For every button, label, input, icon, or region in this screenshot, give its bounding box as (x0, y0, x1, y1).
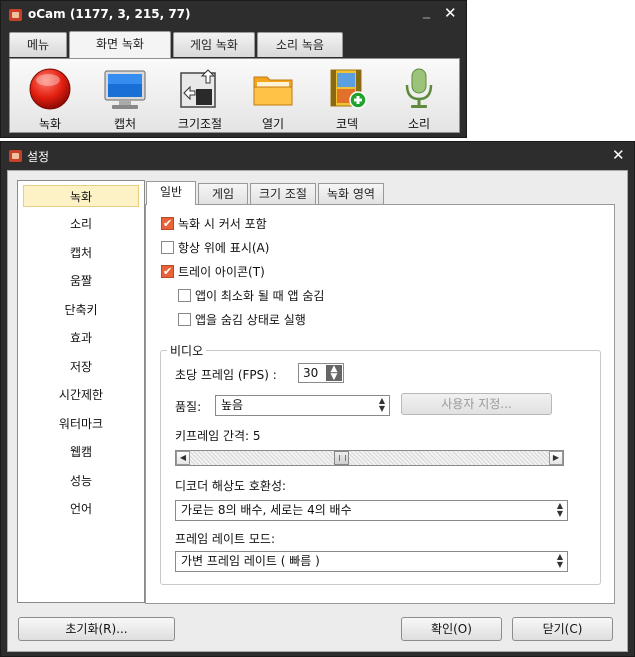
resize-label: 크기조절 (177, 117, 223, 131)
ocam-toolbar: 녹화 캡처 크기조절 열기 코덱 소리 (9, 58, 460, 133)
tab-resize[interactable]: 크기 조절 (250, 183, 316, 205)
slider-track[interactable] (190, 451, 549, 465)
hide-on-minimize-label: 앱이 최소화 될 때 앱 숨김 (195, 289, 325, 303)
framerate-mode-select[interactable]: 가변 프레임 레이트 ( 빠름 ) ▲ ▼ (175, 551, 568, 572)
quality-select[interactable]: 높음 ▲ ▼ (215, 395, 390, 416)
nav-item-time-limit[interactable]: 시간제한 (23, 384, 139, 406)
nav-item-performance[interactable]: 성능 (23, 470, 139, 492)
capture-label: 캡처 (113, 117, 137, 131)
quality-select-chevron-icon: ▲ ▼ (378, 396, 385, 413)
start-hidden-checkbox-box[interactable] (178, 313, 191, 326)
monitor-icon (104, 70, 146, 109)
ocam-title: oCam (1177, 3, 215, 77) (28, 7, 191, 21)
fps-label: 초당 프레임 (FPS) : (175, 368, 277, 382)
always-on-top-checkbox[interactable]: 항상 위에 표시(A) (161, 239, 269, 257)
tab-game[interactable]: 게임 (198, 183, 248, 205)
tab-general[interactable]: 일반 (146, 181, 196, 205)
settings-title: 설정 (27, 150, 50, 164)
hide-on-minimize-checkbox[interactable]: 앱이 최소화 될 때 앱 숨김 (178, 287, 324, 305)
nav-item-effects[interactable]: 효과 (23, 327, 139, 349)
record-label: 녹화 (38, 117, 62, 131)
slider-right-arrow-icon[interactable]: ▶ (549, 451, 563, 465)
resize-icon (180, 69, 216, 108)
nav-item-save[interactable]: 저장 (23, 356, 139, 378)
tray-icon-checkbox[interactable]: 트레이 아이콘(T) (161, 263, 265, 281)
keyframe-label: 키프레임 간격: 5 (175, 429, 261, 443)
record-button[interactable]: 녹화 (20, 63, 80, 131)
open-button[interactable]: 열기 (243, 63, 303, 131)
nav-item-language[interactable]: 언어 (23, 498, 139, 520)
quality-value: 높음 (221, 398, 244, 412)
decoder-label: 디코더 해상도 호환성: (175, 479, 287, 493)
codec-button[interactable]: 코덱 (317, 63, 377, 131)
tab-screen-record[interactable]: 화면 녹화 (69, 31, 171, 58)
ocam-app-icon (9, 9, 22, 21)
codec-film-icon (330, 69, 367, 109)
settings-app-icon (9, 150, 22, 162)
framerate-mode-value: 가변 프레임 레이트 ( 빠름 ) (181, 554, 320, 568)
hide-on-minimize-checkbox-box[interactable] (178, 289, 191, 302)
open-label: 열기 (261, 117, 285, 131)
nav-item-gif[interactable]: 움짤 (23, 270, 139, 292)
always-on-top-label: 항상 위에 표시(A) (178, 241, 270, 255)
include-cursor-checkbox-box[interactable] (161, 215, 174, 233)
framerate-mode-label: 프레임 레이트 모드: (175, 532, 275, 546)
slider-left-arrow-icon[interactable]: ◀ (176, 451, 190, 465)
nav-item-capture[interactable]: 캡처 (23, 242, 139, 264)
ocam-window: oCam (1177, 3, 215, 77) _ ✕ 메뉴 화면 녹화 게임 … (0, 0, 467, 138)
settings-nav-list: 녹화 소리 캡처 움짤 단축키 효과 저장 시간제한 워터마크 웹캠 성능 언어 (17, 180, 145, 603)
general-tab-panel: 녹화 시 커서 포함 항상 위에 표시(A) 트레이 아이콘(T) 앱이 최소화… (145, 204, 615, 604)
custom-quality-button[interactable]: 사용자 지정... (401, 393, 552, 415)
settings-titlebar[interactable]: 설정 ✕ (1, 142, 634, 170)
start-hidden-checkbox[interactable]: 앱을 숨김 상태로 실행 (178, 311, 306, 329)
video-group-legend: 비디오 (170, 344, 204, 358)
nav-item-watermark[interactable]: 워터마크 (23, 413, 139, 435)
close-button[interactable]: 닫기(C) (512, 617, 613, 641)
codec-label: 코덱 (335, 117, 359, 131)
nav-item-hotkeys[interactable]: 단축키 (23, 299, 139, 321)
decoder-select[interactable]: 가로는 8의 배수, 세로는 4의 배수 ▲ ▼ (175, 500, 568, 521)
settings-client: 녹화 소리 캡처 움짤 단축키 효과 저장 시간제한 워터마크 웹캠 성능 언어… (7, 170, 628, 652)
folder-icon (253, 76, 293, 106)
framerate-mode-select-chevron-icon: ▲ ▼ (556, 552, 563, 569)
start-hidden-label: 앱을 숨김 상태로 실행 (195, 313, 306, 327)
keyframe-slider[interactable]: ◀ ▶ (175, 450, 564, 466)
quality-label: 품질: (175, 400, 202, 414)
tab-menu[interactable]: 메뉴 (9, 32, 67, 57)
include-cursor-label: 녹화 시 커서 포함 (178, 217, 267, 231)
reset-button[interactable]: 초기화(R)... (18, 617, 175, 641)
nav-item-record[interactable]: 녹화 (23, 185, 139, 207)
settings-close-button[interactable]: ✕ (612, 146, 625, 164)
include-cursor-checkbox[interactable]: 녹화 시 커서 포함 (161, 215, 267, 233)
ok-button[interactable]: 확인(O) (401, 617, 502, 641)
tab-audio-record[interactable]: 소리 녹음 (257, 32, 343, 57)
ocam-titlebar[interactable]: oCam (1177, 3, 215, 77) _ ✕ (1, 1, 466, 29)
decoder-select-chevron-icon: ▲ ▼ (556, 501, 563, 518)
tab-record-area[interactable]: 녹화 영역 (318, 183, 384, 205)
resize-button[interactable]: 크기조절 (170, 63, 230, 131)
microphone-icon (405, 68, 433, 108)
capture-button[interactable]: 캡처 (95, 63, 155, 131)
fps-spinner[interactable]: 30 ▲ ▼ (298, 363, 344, 383)
ocam-close-button[interactable]: ✕ (444, 4, 457, 22)
tab-game-record[interactable]: 게임 녹화 (173, 32, 255, 57)
decoder-value: 가로는 8의 배수, 세로는 4의 배수 (181, 503, 352, 517)
minimize-button[interactable]: _ (423, 3, 430, 19)
sound-label: 소리 (407, 117, 431, 131)
settings-window: 설정 ✕ 녹화 소리 캡처 움짤 단축키 효과 저장 시간제한 워터마크 웹캠 … (0, 141, 635, 657)
always-on-top-checkbox-box[interactable] (161, 241, 174, 254)
slider-thumb[interactable] (334, 451, 349, 465)
fps-value: 30 (303, 366, 319, 380)
tray-icon-label: 트레이 아이콘(T) (178, 265, 265, 279)
fps-spinner-arrows-icon[interactable]: ▲ ▼ (326, 365, 342, 382)
nav-item-webcam[interactable]: 웹캠 (23, 441, 139, 463)
tray-icon-checkbox-box[interactable] (161, 263, 174, 281)
nav-item-sound[interactable]: 소리 (23, 213, 139, 235)
record-icon (29, 68, 71, 110)
sound-button[interactable]: 소리 (389, 63, 449, 131)
